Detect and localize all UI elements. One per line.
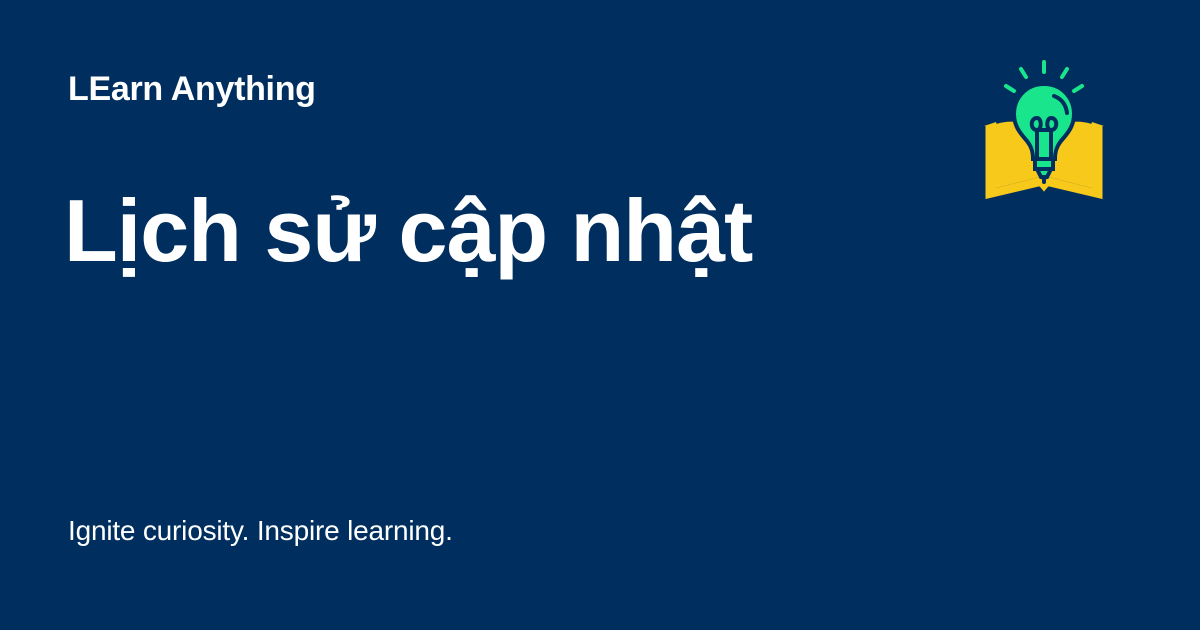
share-card: LEarn Anything Lịch sử cập nhật Ignite c… bbox=[0, 0, 1200, 630]
page-title: Lịch sử cập nhật bbox=[64, 181, 753, 280]
brand-name: LEarn Anything bbox=[68, 70, 316, 108]
lightbulb-open-book-icon bbox=[976, 56, 1112, 208]
tagline: Ignite curiosity. Inspire learning. bbox=[68, 515, 453, 546]
